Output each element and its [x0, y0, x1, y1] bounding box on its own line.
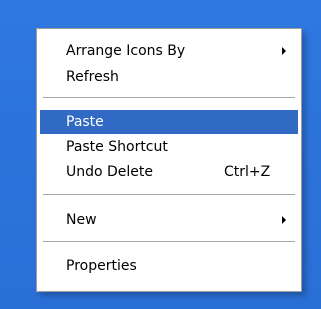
menu-item-label: Undo Delete	[66, 164, 154, 180]
keyboard-shortcut: Ctrl+Z	[224, 164, 271, 180]
menu-item-new[interactable]: New	[40, 208, 298, 232]
menu-item-label: Paste Shortcut	[66, 139, 168, 155]
menu-item-label: Refresh	[66, 69, 119, 85]
menu-item-paste-shortcut[interactable]: Paste Shortcut	[40, 135, 298, 159]
menu-item-paste[interactable]: Paste	[40, 110, 298, 134]
menu-item-refresh[interactable]: Refresh	[40, 65, 298, 89]
menu-item-label: Arrange Icons By	[66, 43, 186, 59]
menu-item-properties[interactable]: Properties	[40, 254, 298, 278]
menu-item-label: Paste	[66, 114, 104, 130]
desktop-context-menu: Arrange Icons By Refresh Paste Paste Sho…	[36, 28, 302, 292]
menu-item-arrange-icons-by[interactable]: Arrange Icons By	[40, 39, 298, 63]
menu-separator	[43, 241, 295, 242]
menu-item-label: Properties	[66, 258, 137, 274]
menu-separator	[43, 194, 295, 195]
menu-item-undo-delete[interactable]: Undo Delete Ctrl+Z	[40, 160, 298, 184]
submenu-arrow-icon	[282, 47, 286, 55]
menu-item-label: New	[66, 212, 97, 228]
menu-separator	[43, 97, 295, 98]
submenu-arrow-icon	[282, 216, 286, 224]
